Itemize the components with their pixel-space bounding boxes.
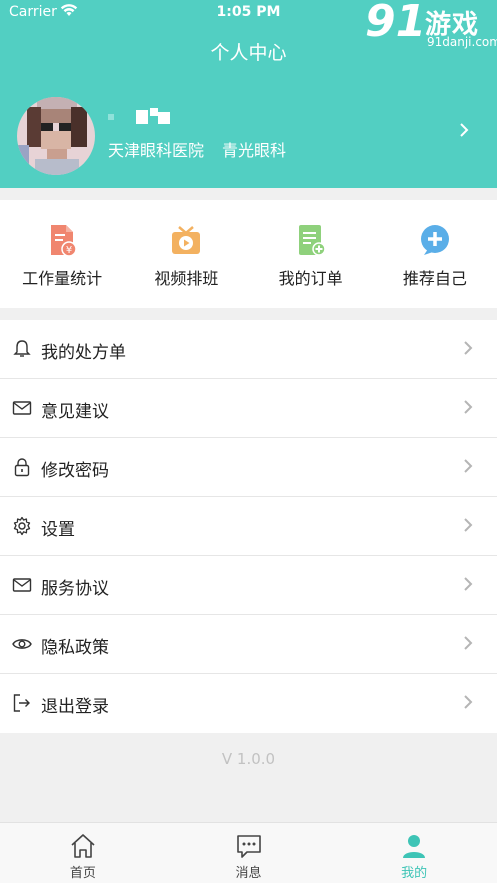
envelope-icon [12,578,32,592]
menu-item-label: 意见建议 [41,402,109,422]
eye-icon [12,639,32,649]
tab-label: 首页 [69,866,96,881]
department-name: 青光眼科 [222,141,287,160]
chevron-right-icon [464,459,473,473]
tab-home[interactable]: 首页 [0,823,166,883]
menu-item-logout[interactable]: 退出登录 [0,674,497,733]
bell-icon [13,340,31,357]
menu-item-label: 设置 [41,520,75,540]
quick-action-video-schedule[interactable]: 视频排班 [124,200,248,308]
menu-item-label: 我的处方单 [41,343,126,363]
quick-action-label: 工作量统计 [22,269,103,288]
menu-item-label: 修改密码 [41,461,109,481]
menu-item-label: 隐私政策 [41,638,109,658]
video-schedule-icon [172,226,201,254]
tab-mine[interactable]: 我的 [331,823,497,883]
tab-bar: 首页 消息 我的 [0,822,497,883]
envelope-icon [12,401,32,415]
svg-text:¥: ¥ [66,245,72,256]
chevron-right-icon [464,341,473,355]
chevron-right-icon [464,636,473,650]
menu-item-prescriptions[interactable]: 我的处方单 [0,320,497,379]
menu-item-privacy-policy[interactable]: 隐私政策 [0,615,497,674]
logout-icon [13,694,30,712]
menu-item-settings[interactable]: 设置 [0,497,497,556]
my-orders-icon [298,225,326,256]
profile-card[interactable]: 天津眼科医院 青光眼科 [0,90,497,180]
quick-action-label: 我的订单 [278,269,343,288]
recommend-self-icon [420,225,449,255]
quick-action-recommend-self[interactable]: 推荐自己 [373,200,497,308]
tab-label: 消息 [235,866,262,881]
avatar[interactable] [17,97,95,175]
tab-label: 我的 [401,866,428,881]
page-title: 个人中心 [210,42,287,64]
profile-header: Carrier 1:05 PM 91 游戏 91danji.com 个人中心 天… [0,0,497,188]
lock-icon [14,458,30,477]
message-icon [236,835,261,858]
app-version: V 1.0.0 [221,750,276,768]
hospital-name: 天津眼科医院 [108,141,205,160]
chevron-right-icon [464,577,473,591]
quick-action-my-orders[interactable]: 我的订单 [249,200,373,308]
quick-action-label: 推荐自己 [402,269,467,288]
tab-messages[interactable]: 消息 [166,823,332,883]
menu-item-label: 服务协议 [41,579,109,599]
chevron-right-icon [464,695,473,709]
quick-action-workload[interactable]: ¥ 工作量统计 [0,200,124,308]
home-icon [71,834,95,858]
menu-item-label: 退出登录 [41,697,109,717]
gear-icon [13,516,31,536]
chevron-right-icon [464,400,473,414]
profile-icon [403,835,426,858]
doctor-affiliation: 天津眼科医院 青光眼科 [108,137,286,161]
quick-action-label: 视频排班 [154,269,219,288]
menu-item-change-password[interactable]: 修改密码 [0,438,497,497]
chevron-right-icon [464,518,473,532]
chevron-right-icon[interactable] [459,122,469,138]
menu-item-service-agreement[interactable]: 服务协议 [0,556,497,615]
quick-actions: ¥ 工作量统计 视频排班 我的订单 推荐自己 [0,200,497,308]
menu-item-feedback[interactable]: 意见建议 [0,379,497,438]
workload-stats-icon: ¥ [51,225,77,257]
settings-menu: 我的处方单 意见建议 修改密码 设置 服务协议 隐私政策 退出登录 [0,320,497,733]
doctor-name-blurred [108,108,188,126]
